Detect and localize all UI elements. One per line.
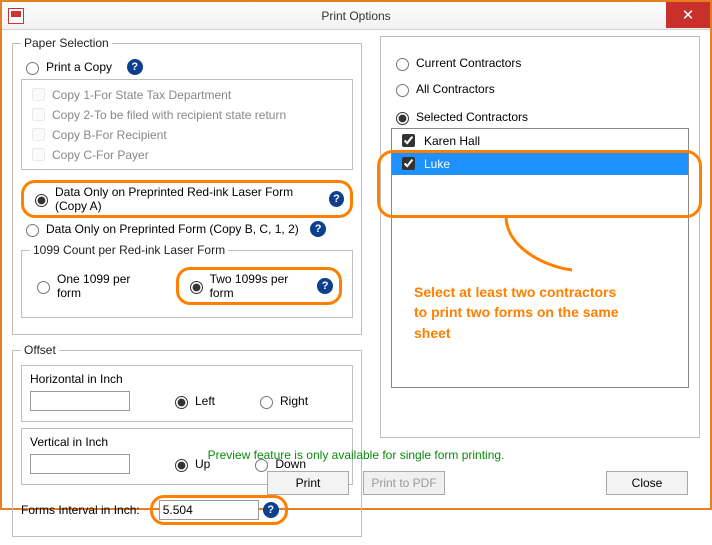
help-icon[interactable]: ? bbox=[127, 59, 143, 75]
right-label: Right bbox=[280, 394, 308, 408]
highlight-two-per-form: Two 1099s per form ? bbox=[176, 267, 342, 305]
current-contractors-label: Current Contractors bbox=[416, 56, 521, 70]
button-bar: Print Print to PDF Close bbox=[2, 468, 710, 498]
vertical-label: Vertical in Inch bbox=[30, 435, 344, 449]
window-title: Print Options bbox=[2, 9, 710, 23]
paper-selection-group: Paper Selection Print a Copy ? Copy 1-Fo… bbox=[12, 36, 362, 335]
annotation-text: Select at least two contractors to print… bbox=[414, 282, 694, 343]
contractor-name: Luke bbox=[424, 157, 450, 171]
radio-two-per-form[interactable] bbox=[190, 281, 203, 294]
help-icon[interactable]: ? bbox=[263, 502, 279, 518]
copy-label: Copy 2-To be filed with recipient state … bbox=[52, 108, 286, 122]
radio-data-redink[interactable] bbox=[35, 194, 48, 207]
radio-data-preprinted[interactable] bbox=[26, 224, 39, 237]
copy-label: Copy 1-For State Tax Department bbox=[52, 88, 231, 102]
help-icon[interactable]: ? bbox=[310, 221, 326, 237]
list-item[interactable]: Luke bbox=[392, 152, 688, 175]
copy-label: Copy C-For Payer bbox=[52, 148, 149, 162]
horizontal-label: Horizontal in Inch bbox=[30, 372, 344, 386]
one-per-form-label: One 1099 per form bbox=[57, 272, 156, 300]
radio-selected-contractors[interactable] bbox=[396, 112, 409, 125]
horizontal-input[interactable] bbox=[30, 391, 130, 411]
data-preprinted-label: Data Only on Preprinted Form (Copy B, C,… bbox=[46, 222, 299, 236]
print-pdf-button: Print to PDF bbox=[363, 471, 445, 495]
radio-one-per-form[interactable] bbox=[37, 281, 50, 294]
titlebar: Print Options ✕ bbox=[2, 2, 710, 30]
two-per-form-label: Two 1099s per form bbox=[210, 272, 314, 300]
offset-group: Offset Horizontal in Inch Left Right Ver… bbox=[12, 343, 362, 537]
horizontal-box: Horizontal in Inch Left Right bbox=[21, 365, 353, 422]
all-contractors-label: All Contractors bbox=[416, 82, 495, 96]
offset-legend: Offset bbox=[21, 343, 59, 357]
radio-left[interactable] bbox=[175, 396, 188, 409]
preview-warning: Preview feature is only available for si… bbox=[2, 448, 710, 462]
help-icon[interactable]: ? bbox=[317, 278, 333, 294]
highlight-redink-option: Data Only on Preprinted Red-ink Laser Fo… bbox=[21, 180, 353, 218]
forms-interval-label: Forms Interval in Inch: bbox=[21, 503, 140, 517]
contractor-name: Karen Hall bbox=[424, 134, 480, 148]
radio-right[interactable] bbox=[260, 396, 273, 409]
count-group: 1099 Count per Red-ink Laser Form One 10… bbox=[21, 243, 353, 318]
left-label: Left bbox=[195, 394, 215, 408]
close-button[interactable]: Close bbox=[606, 471, 688, 495]
list-item[interactable]: Karen Hall bbox=[392, 129, 688, 152]
highlight-forms-interval: ? bbox=[150, 495, 288, 525]
contractor-checkbox[interactable] bbox=[402, 134, 415, 147]
selected-contractors-label: Selected Contractors bbox=[416, 110, 528, 124]
copies-list: Copy 1-For State Tax Department Copy 2-T… bbox=[21, 79, 353, 170]
copy-checkbox bbox=[32, 88, 45, 101]
contractors-panel: Current Contractors All Contractors Sele… bbox=[380, 36, 700, 438]
radio-current-contractors[interactable] bbox=[396, 58, 409, 71]
radio-all-contractors[interactable] bbox=[396, 84, 409, 97]
contractor-checkbox[interactable] bbox=[402, 157, 415, 170]
help-icon[interactable]: ? bbox=[329, 191, 344, 207]
radio-print-copy[interactable] bbox=[26, 62, 39, 75]
data-redink-label: Data Only on Preprinted Red-ink Laser Fo… bbox=[55, 185, 325, 213]
contractor-list[interactable]: Karen Hall Luke bbox=[391, 128, 689, 388]
count-legend: 1099 Count per Red-ink Laser Form bbox=[30, 243, 228, 257]
forms-interval-input[interactable] bbox=[159, 500, 259, 520]
paper-selection-legend: Paper Selection bbox=[21, 36, 112, 50]
copy-checkbox bbox=[32, 148, 45, 161]
copy-checkbox bbox=[32, 108, 45, 121]
print-copy-label: Print a Copy bbox=[46, 60, 112, 74]
copy-label: Copy B-For Recipient bbox=[52, 128, 167, 142]
close-icon[interactable]: ✕ bbox=[666, 2, 710, 28]
copy-checkbox bbox=[32, 128, 45, 141]
print-button[interactable]: Print bbox=[267, 471, 349, 495]
